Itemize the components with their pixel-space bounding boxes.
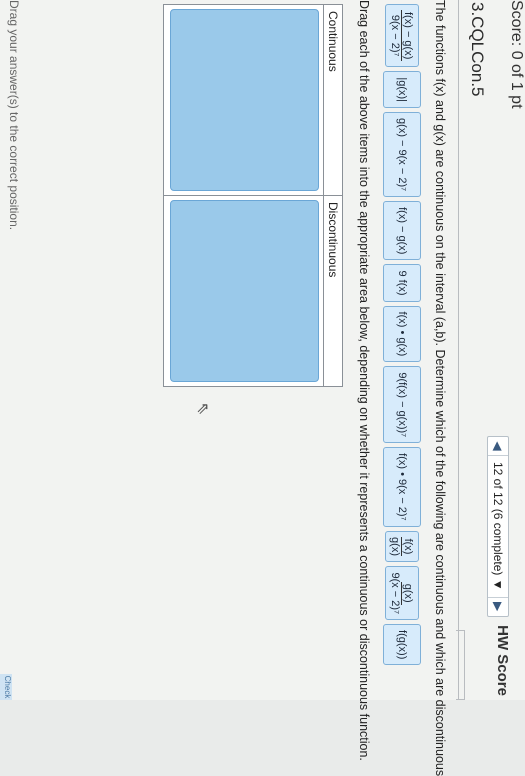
drag-hint: Drag your answer(s) to the correct posit… [7, 0, 21, 231]
numerator: g(x) [401, 581, 415, 605]
draggable-item[interactable]: |g(x)| [383, 71, 421, 109]
mouse-cursor-icon: ⇖ [194, 402, 211, 416]
header-tab-outline [456, 630, 465, 700]
previous-question-button[interactable]: ◀ [489, 437, 507, 455]
draggable-item[interactable]: f(x) • 9(x − 2)⁷ [383, 447, 421, 527]
continuous-drop-area[interactable] [170, 9, 319, 191]
progress-text: 12 of 12 (6 complete) [491, 462, 505, 576]
question-navigator[interactable]: ◀ 12 of 12 (6 complete) ▼ ▶ [487, 436, 509, 617]
triangle-left-icon: ◀ [491, 441, 505, 451]
numerator: f(x) − g(x) [401, 10, 415, 62]
triangle-down-icon: ▼ [491, 575, 505, 591]
discontinuous-zone[interactable]: Discontinuous [163, 195, 343, 387]
draggable-item[interactable]: 9 f(x) [383, 264, 421, 302]
continuous-zone-header: Continuous [323, 5, 342, 195]
discontinuous-zone-header: Discontinuous [323, 196, 342, 386]
progress-label[interactable]: 12 of 12 (6 complete) ▼ [488, 455, 508, 598]
page-canvas: Score: 0 of 1 pt ◀ 12 of 12 (6 complete)… [0, 0, 525, 776]
denominator: 9(x − 2)⁷ [389, 572, 402, 615]
score-text: Score: 0 of 1 pt [508, 0, 525, 109]
draggable-item[interactable]: f(x) • g(x) [383, 305, 421, 363]
draggable-item[interactable]: f(x) g(x) [385, 530, 419, 563]
draggable-item[interactable]: f(g(x)) [383, 624, 421, 666]
draggable-item[interactable]: f(x) − g(x) 9(x − 2)⁷ [385, 4, 419, 68]
check-button[interactable]: Check [0, 674, 12, 700]
hw-score-label: HW Score [494, 625, 511, 696]
problem-id: 3.CQLCon.5 [468, 2, 487, 97]
draggable-item[interactable]: g(x) − 9(x − 2)⁷ [383, 112, 421, 198]
numerator: f(x) [401, 536, 415, 557]
question-text: The functions f(x) and g(x) are continuo… [433, 0, 447, 776]
instruction-text: Drag each of the above items into the ap… [357, 0, 371, 761]
draggable-item[interactable]: g(x) 9(x − 2)⁷ [385, 566, 419, 621]
draggable-item[interactable]: 9(f(x) − g(x))⁷ [383, 366, 421, 444]
draggable-items: f(x) − g(x) 9(x − 2)⁷ |g(x)| g(x) − 9(x − 2… [383, 4, 421, 666]
continuous-zone[interactable]: Continuous [163, 4, 343, 196]
draggable-item[interactable]: f(x) − g(x) [383, 201, 421, 261]
divider [458, 0, 459, 700]
triangle-right-icon: ▶ [491, 602, 505, 612]
denominator: 9(x − 2)⁷ [389, 14, 402, 57]
denominator: g(x) [389, 537, 402, 556]
next-question-button[interactable]: ▶ [489, 598, 507, 616]
discontinuous-drop-area[interactable] [170, 200, 319, 382]
